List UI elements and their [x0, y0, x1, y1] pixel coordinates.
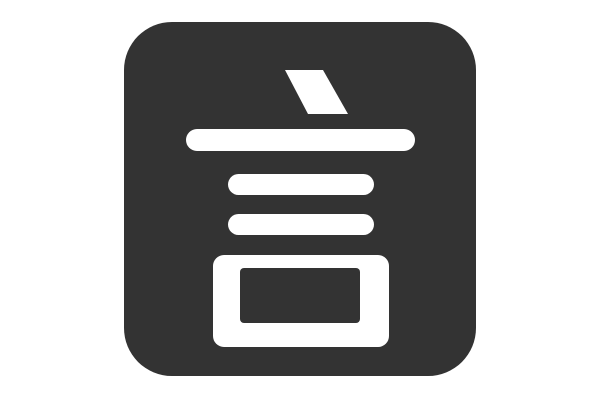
canvas: [0, 0, 600, 400]
glyph-middle-bar-1: [228, 174, 374, 195]
yan-character-app-icon[interactable]: [124, 22, 476, 376]
glyph-top-bar: [186, 129, 415, 151]
glyph-middle-bar-2: [228, 214, 374, 235]
glyph-mouth-inner: [240, 268, 360, 323]
